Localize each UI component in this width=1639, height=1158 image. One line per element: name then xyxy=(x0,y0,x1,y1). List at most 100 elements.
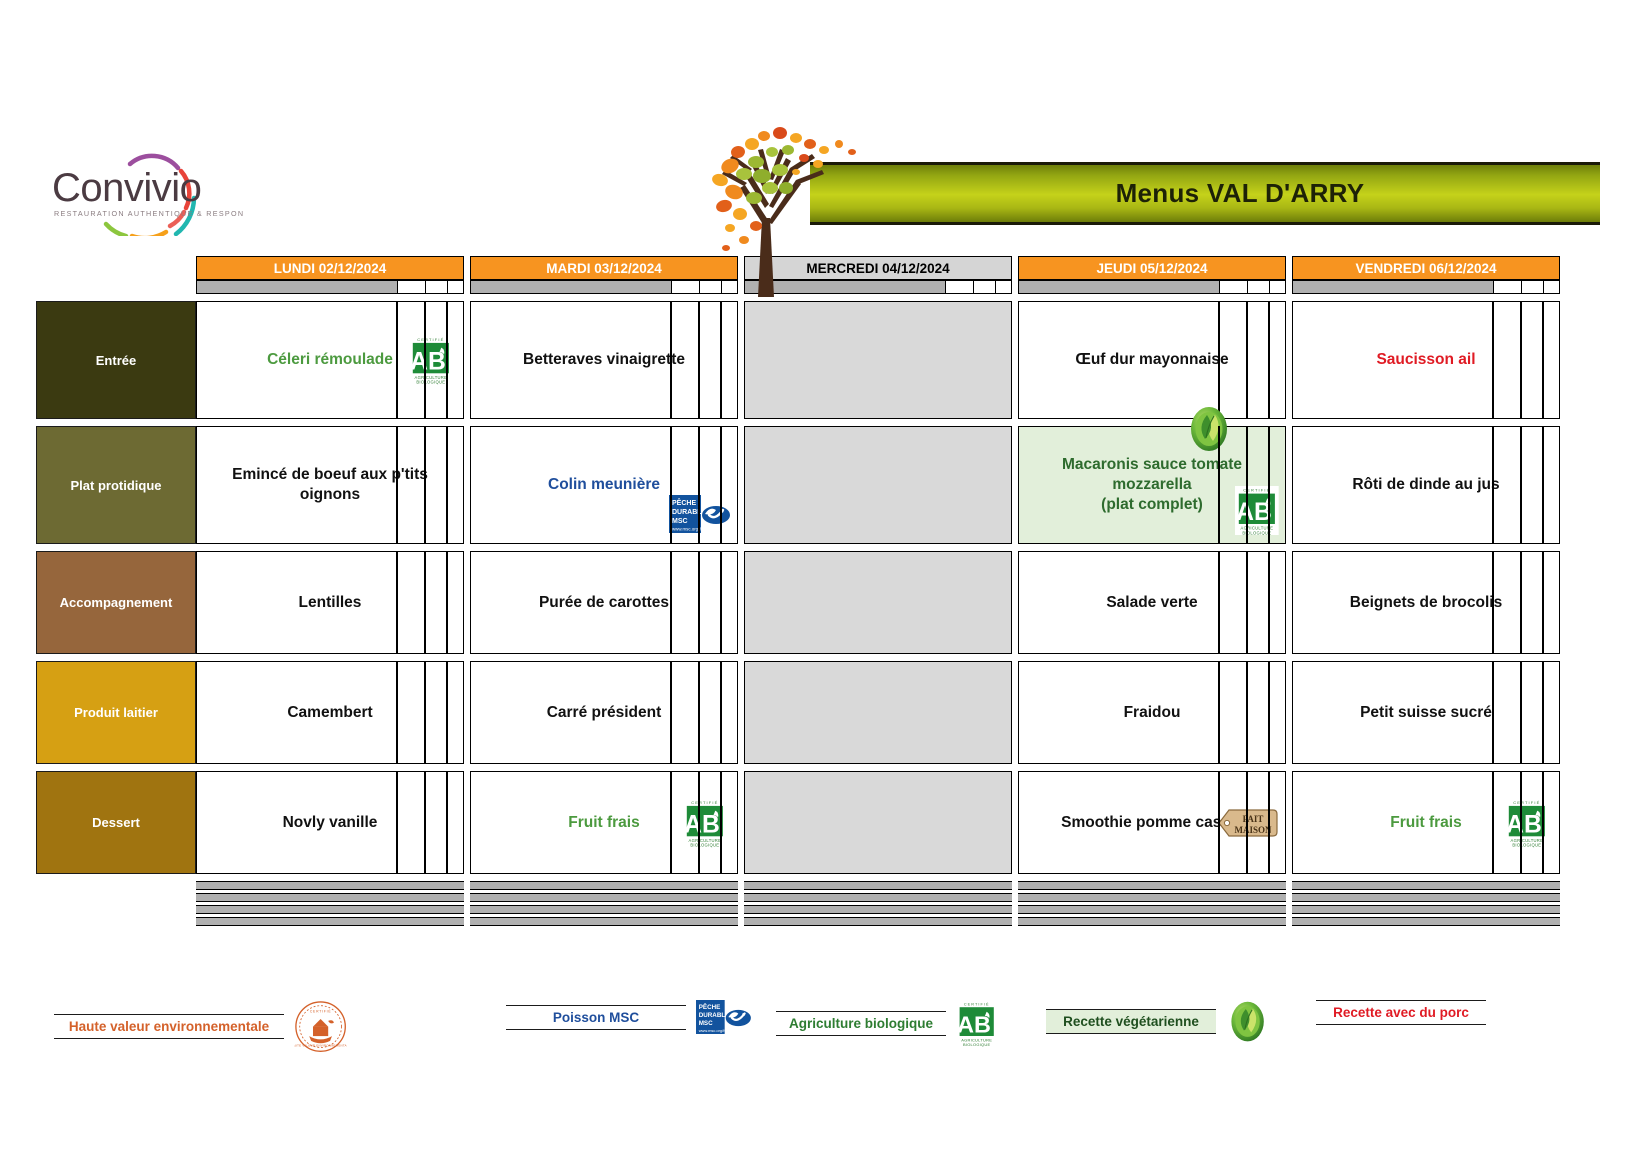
menu-cell-plat-2 xyxy=(744,426,1012,544)
ab-organic-icon: CERTIFIÉ AB AGRICULTURE BIOLOGIQUE xyxy=(956,1000,998,1047)
msc-fish-icon: PÊCHE DURABLE MSC www.msc.org/fr xyxy=(696,1000,754,1035)
day-label: JEUDI 05/12/2024 xyxy=(1096,260,1208,276)
cell-divider xyxy=(1218,771,1220,874)
cell-divider xyxy=(424,426,426,544)
category-label-laitier: Produit laitier xyxy=(36,661,196,764)
cell-divider xyxy=(1520,301,1522,419)
cell-divider xyxy=(1492,551,1494,654)
category-label-plat: Plat protidique xyxy=(36,426,196,544)
vegetarian-leaf-icon xyxy=(1231,1001,1264,1042)
cell-divider xyxy=(424,771,426,874)
dish-name: Petit suisse sucré xyxy=(1360,703,1492,721)
svg-text:BIOLOGIQUE: BIOLOGIQUE xyxy=(963,1042,991,1047)
svg-text:HAUTE VALEUR ENVIRONNEMENTALE: HAUTE VALEUR ENVIRONNEMENTALE xyxy=(294,1044,347,1048)
cell-divider xyxy=(1520,426,1522,544)
cell-divider xyxy=(720,301,722,419)
dish-name: Fruit frais xyxy=(568,813,640,831)
dish-name: Beignets de brocolis xyxy=(1349,593,1503,611)
svg-text:PÊCHE: PÊCHE xyxy=(699,1002,721,1011)
day-label: MARDI 03/12/2024 xyxy=(546,260,662,276)
dish-name: Purée de carottes xyxy=(538,593,670,611)
cell-divider xyxy=(1268,661,1270,764)
convivio-logo: Convivio RESTAURATION AUTHENTIQUE & RESP… xyxy=(44,146,244,236)
svg-text:www.msc.org/fr: www.msc.org/fr xyxy=(699,1028,727,1033)
legend-item-4: Recette avec du porc xyxy=(1316,1000,1486,1025)
title-bar: Menus VAL D'ARRY xyxy=(810,162,1600,225)
cell-divider xyxy=(1520,771,1522,874)
svg-text:CERTIFIÉ: CERTIFIÉ xyxy=(310,1008,332,1013)
dish-name: Camembert xyxy=(287,703,373,721)
svg-text:AB: AB xyxy=(684,811,720,838)
dish-name: Rôti de dinde au jus xyxy=(1352,476,1500,494)
legend-label: Recette avec du porc xyxy=(1316,1000,1486,1025)
svg-text:PÊCHE: PÊCHE xyxy=(672,498,696,507)
vegetarian-leaf-icon xyxy=(1191,407,1227,451)
dish-name: Smoothie pomme cassis xyxy=(1061,813,1243,831)
legend: Haute valeur environnementale CERTIFIÉ H… xyxy=(36,1000,1606,1060)
dish-name: Salade verte xyxy=(1106,593,1198,611)
legend-label: Agriculture biologique xyxy=(776,1010,946,1036)
subheader-cell xyxy=(196,280,464,294)
cell-divider xyxy=(698,426,700,544)
cell-divider xyxy=(424,551,426,654)
msc-fish-icon: PÊCHE DURABLE MSC www.msc.org/fr xyxy=(696,1000,754,1035)
dish-name: Lentilles xyxy=(298,593,362,611)
ab-organic-icon: CERTIFIÉ AB AGRICULTURE BIOLOGIQUE xyxy=(956,1000,998,1047)
category-label-entree: Entrée xyxy=(36,301,196,419)
dish-name: Emincé de boeuf aux p'tits oignons xyxy=(232,466,428,503)
svg-text:BIOLOGIQUE: BIOLOGIQUE xyxy=(691,842,720,847)
cell-divider xyxy=(720,551,722,654)
menu-grid: LUNDI 02/12/2024 MARDI 03/12/2024 MERCRE… xyxy=(36,256,1606,927)
cell-divider xyxy=(1542,301,1544,419)
page-title: Menus VAL D'ARRY xyxy=(1115,178,1365,208)
logo-tagline: RESTAURATION AUTHENTIQUE & RESPONSABLE xyxy=(54,209,244,218)
cell-divider xyxy=(1520,661,1522,764)
dish-name: Colin meunière xyxy=(548,476,660,494)
cell-divider xyxy=(1492,426,1494,544)
svg-text:CERTIFIÉ: CERTIFIÉ xyxy=(1244,487,1271,492)
cell-divider xyxy=(1218,551,1220,654)
cell-divider xyxy=(446,426,448,544)
svg-text:BIOLOGIQUE: BIOLOGIQUE xyxy=(417,380,446,385)
cell-divider xyxy=(446,551,448,654)
dish-name: Fraidou xyxy=(1123,703,1181,721)
cell-divider xyxy=(1246,551,1248,654)
cell-divider xyxy=(670,426,672,544)
cell-divider xyxy=(720,771,722,874)
dish-name: Céleri rémoulade xyxy=(267,351,393,369)
dish-name: Carré président xyxy=(546,703,662,721)
svg-text:CERTIFIÉ: CERTIFIÉ xyxy=(1514,800,1541,805)
day-header-lundi: LUNDI 02/12/2024 xyxy=(196,256,464,280)
meal-row-plat: Plat protidique Emincé de boeuf aux p'tit… xyxy=(36,407,1606,544)
cell-divider xyxy=(670,551,672,654)
cell-divider xyxy=(446,661,448,764)
meal-row-entree: Entrée Céleri rémoulade CERTIFIÉ AB AGRIC… xyxy=(36,301,1606,419)
svg-text:MSC: MSC xyxy=(699,1020,713,1027)
title-banner: Menus VAL D'ARRY xyxy=(700,122,1600,297)
legend-label: Poisson MSC xyxy=(506,1004,686,1030)
cell-divider xyxy=(424,661,426,764)
legend-item-2: Agriculture biologique CERTIFIÉ AB AGRIC… xyxy=(776,1000,998,1047)
svg-text:AB: AB xyxy=(1236,499,1272,526)
day-header-mardi: MARDI 03/12/2024 xyxy=(470,256,738,280)
cell-divider xyxy=(670,301,672,419)
ab-organic-icon: CERTIFIÉ AB AGRICULTURE BIOLOGIQUE xyxy=(1235,485,1279,535)
dish-name: Novly vanille xyxy=(282,813,378,831)
svg-text:DURABLE: DURABLE xyxy=(699,1012,730,1019)
svg-text:CERTIFIÉ: CERTIFIÉ xyxy=(964,1001,990,1006)
cell-divider xyxy=(670,661,672,764)
dish-name: Fruit frais xyxy=(1390,813,1462,831)
menu-cell-accompagnement-2 xyxy=(744,551,1012,654)
day-header-row: LUNDI 02/12/2024 MARDI 03/12/2024 MERCRE… xyxy=(196,256,1606,280)
dish-name: Saucisson ail xyxy=(1376,351,1476,369)
menu-cell-dessert-2 xyxy=(744,771,1012,874)
cell-divider xyxy=(424,301,426,419)
cell-divider xyxy=(1542,771,1544,874)
svg-text:AB: AB xyxy=(1506,811,1542,838)
hve-stamp-icon: CERTIFIÉ HAUTE VALEUR ENVIRONNEMENTALE xyxy=(294,1000,347,1053)
cell-divider xyxy=(446,301,448,419)
cell-divider xyxy=(720,661,722,764)
svg-text:AB: AB xyxy=(410,348,446,375)
cell-divider xyxy=(1542,426,1544,544)
svg-text:BIOLOGIQUE: BIOLOGIQUE xyxy=(1513,842,1542,847)
